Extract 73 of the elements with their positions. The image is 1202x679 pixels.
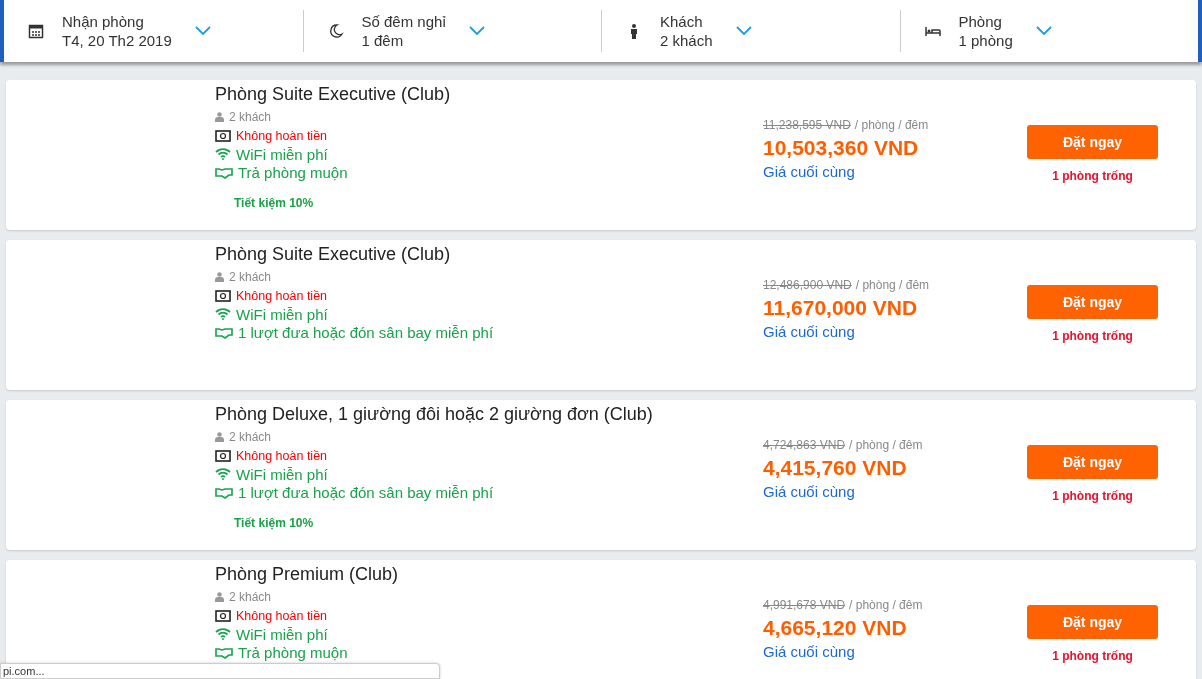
search-field[interactable]: Khách 2 khách: [601, 10, 900, 52]
availability-label: 1 phòng trống: [1052, 329, 1133, 343]
person-icon: [215, 272, 224, 283]
room-name: Phòng Suite Executive (Club): [215, 244, 452, 265]
room-feature: Không hoàn tiền: [236, 608, 328, 623]
original-price: 12,486,900 VND: [763, 278, 852, 292]
final-price: 11,670,000 VND: [763, 296, 919, 320]
original-price: 11,238,595 VND: [763, 118, 851, 132]
availability-label: 1 phòng trống: [1052, 489, 1133, 503]
original-price: 4,724,863 VND: [763, 438, 846, 452]
room-name: Phòng Suite Executive (Club): [215, 84, 452, 105]
guest-count: 2 khách: [229, 270, 272, 285]
final-price: 4,665,120 VND: [763, 616, 908, 640]
person-icon: [215, 592, 224, 603]
final-price: 4,415,760 VND: [763, 456, 908, 480]
calendar-icon: [28, 23, 44, 39]
guest-count: 2 khách: [229, 590, 272, 605]
room-feature: WiFi miễn phí: [236, 465, 328, 483]
wifi-icon: [215, 468, 231, 481]
field-value: 1 phòng: [958, 32, 1013, 49]
banknote-icon: [215, 609, 231, 622]
field-value: 1 đêm: [361, 32, 405, 49]
banknote-icon: [215, 449, 231, 462]
room-feature: WiFi miễn phí: [236, 625, 328, 643]
chevron-icon: [1034, 25, 1053, 37]
field-label: Khách: [660, 13, 704, 30]
room-name: Phòng Deluxe, 1 giường đôi hoặc 2 giường đơn (Club): [215, 404, 654, 425]
field-label: Phòng: [958, 13, 1003, 30]
room-feature: 1 lượt đưa hoặc đón sân bay miễn phí: [238, 324, 494, 342]
person-icon: [215, 112, 224, 123]
field-label: Số đêm nghỉ: [361, 13, 446, 30]
room-feature: WiFi miễn phí: [236, 145, 328, 163]
room-feature: Trả phòng muộn: [238, 164, 348, 182]
room-feature: Trả phòng muộn: [238, 644, 348, 662]
room-feature: Không hoàn tiền: [236, 448, 328, 463]
price-note: Giá cuối cùng: [763, 323, 856, 340]
availability-label: 1 phòng trống: [1052, 169, 1133, 183]
price-unit: / phòng / đêm: [849, 438, 923, 452]
chevron-icon: [467, 25, 486, 37]
search-field[interactable]: Số đêm nghỉ 1 đêm: [302, 10, 601, 52]
search-field[interactable]: Nhận phòng T4, 20 Th2 2019: [4, 10, 303, 52]
guest-count: 2 khách: [229, 430, 272, 445]
room-name: Phòng Premium (Club): [215, 564, 400, 585]
savings-label: Tiết kiệm 10%: [234, 196, 315, 210]
moon-icon: [327, 23, 344, 39]
wifi-icon: [215, 308, 231, 321]
field-label: Nhận phòng: [62, 13, 145, 30]
banknote-icon: [215, 129, 231, 142]
guest-count: 2 khách: [229, 110, 272, 125]
room-feature: WiFi miễn phí: [236, 305, 328, 323]
status-url: pi.com...: [2, 665, 45, 677]
field-value: T4, 20 Th2 2019: [62, 32, 172, 49]
search-field[interactable]: Phòng 1 phòng: [899, 10, 1198, 52]
room-feature: Không hoàn tiền: [236, 128, 328, 143]
price-note: Giá cuối cùng: [763, 643, 856, 660]
price-note: Giá cuối cùng: [763, 483, 856, 500]
savings-label: Tiết kiệm 10%: [234, 516, 315, 530]
price-unit: / phòng / đêm: [855, 278, 930, 292]
wifi-icon: [215, 628, 231, 641]
chevron-icon: [193, 25, 212, 37]
person-icon: [215, 432, 224, 443]
final-price: 10,503,360 VND: [763, 136, 920, 160]
original-price: 4,991,678 VND: [763, 598, 846, 612]
availability-label: 1 phòng trống: [1052, 649, 1133, 663]
room-feature: Không hoàn tiền: [236, 288, 328, 303]
wifi-icon: [215, 148, 231, 161]
price-unit: / phòng / đêm: [854, 118, 929, 132]
price-note: Giá cuối cùng: [763, 163, 856, 180]
banknote-icon: [215, 289, 231, 302]
room-feature: 1 lượt đưa hoặc đón sân bay miễn phí: [238, 484, 494, 502]
field-value: 2 khách: [660, 32, 713, 49]
chevron-icon: [734, 25, 753, 37]
price-unit: / phòng / đêm: [849, 598, 923, 612]
